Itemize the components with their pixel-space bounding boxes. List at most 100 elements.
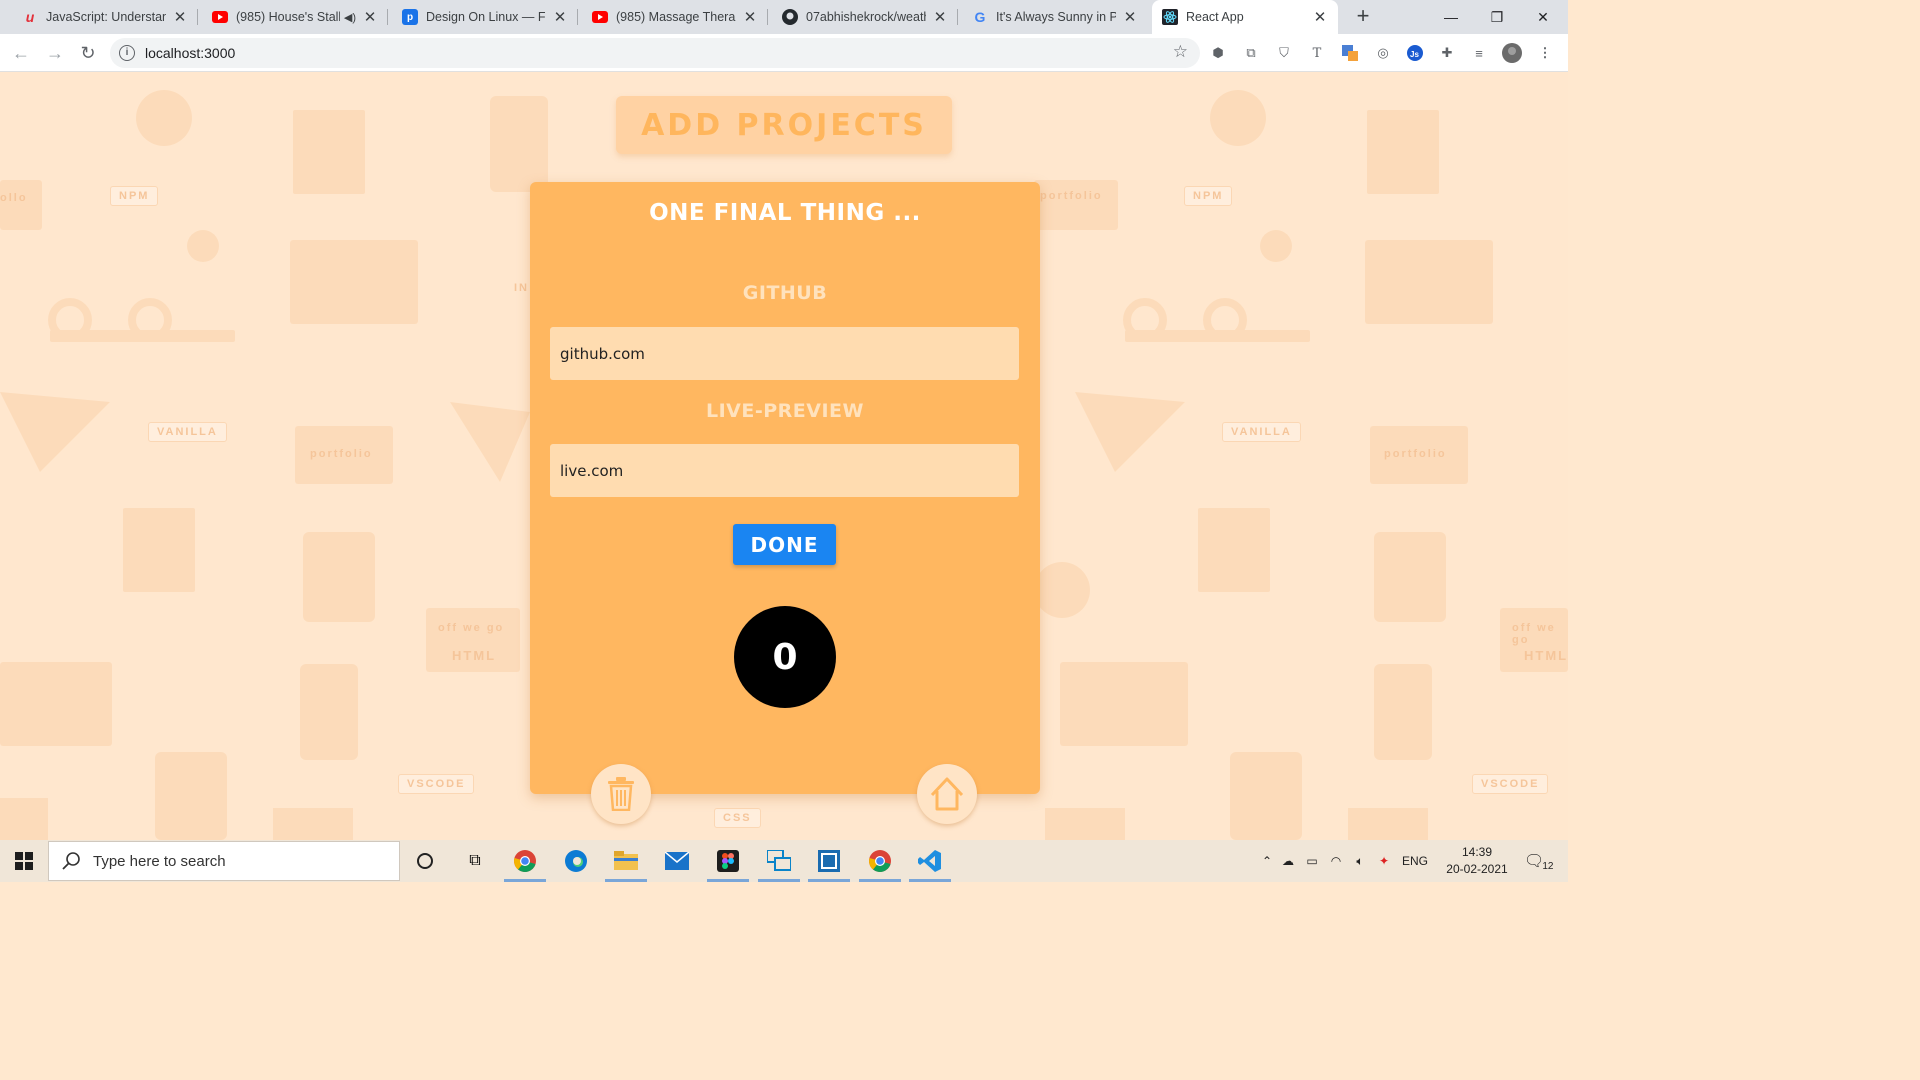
new-tab-button[interactable]: + [1352,5,1374,27]
close-tab-icon[interactable]: ✕ [932,8,948,26]
close-tab-icon[interactable]: ✕ [1122,8,1138,26]
extension-icon[interactable]: ⧉ [1241,44,1261,62]
taskbar-file-explorer[interactable] [601,840,651,882]
clock[interactable]: 14:39 20-02-2021 [1440,844,1514,878]
search-placeholder: Type here to search [93,852,226,870]
svg-text:Js: Js [1410,50,1419,59]
tab-title: It's Always Sunny in Ph [996,10,1116,24]
taskbar-edge[interactable] [551,840,601,882]
address-bar[interactable]: i localhost:3000 ☆ [110,38,1200,68]
close-window-button[interactable]: ✕ [1520,0,1566,34]
final-step-card: ONE FINAL THING ... GITHUB LIVE-PREVIEW … [530,182,1040,794]
tab-title: JavaScript: Understandi [46,10,166,24]
chevron-up-icon[interactable]: ⌃ [1258,854,1276,868]
tab-title: React App [1186,10,1244,24]
media-queue-icon[interactable]: ≡ [1469,44,1489,62]
bg-label-npm: NPM [110,186,159,206]
chrome-icon [514,850,536,872]
cortana-icon [417,853,433,869]
taskbar-mail[interactable] [652,840,702,882]
remote-app-icon [767,850,791,871]
minimize-button[interactable]: — [1428,0,1474,34]
clock-time: 14:39 [1461,845,1493,859]
extension-icon[interactable]: ⬢ [1208,44,1228,62]
close-tab-icon[interactable]: ✕ [742,8,758,26]
tab-6-active[interactable]: React App ✕ [1152,0,1338,34]
add-projects-header-button[interactable]: ADD PROJECTS [616,96,952,154]
taskbar-vscode[interactable] [905,840,955,882]
restore-button[interactable]: ❐ [1474,0,1520,34]
home-icon [930,777,964,811]
bracket-app-icon [818,850,840,872]
extension-icon[interactable] [1340,44,1360,62]
edge-icon [565,850,587,872]
browser-menu-icon[interactable]: ⋮ [1535,44,1555,62]
tab-3[interactable]: (985) Massage Therapy ✕ [582,0,768,34]
extension-shield-icon[interactable]: ⛉ [1274,44,1294,62]
dropbox-icon[interactable]: ✦ [1372,854,1396,868]
bg-label-portfolio: ollo [0,192,28,204]
bg-label-portfolio: portfolio [1040,190,1103,202]
bg-label-vanilla: VANILLA [148,422,227,442]
taskbar-app[interactable] [754,840,804,882]
task-view-icon: ⧉ [469,852,481,869]
taskbar-figma[interactable] [703,840,753,882]
search-icon [62,852,80,870]
tab-4[interactable]: 07abhishekrock/weath ✕ [772,0,958,34]
close-tab-icon[interactable]: ✕ [1312,8,1328,26]
onedrive-icon[interactable]: ☁ [1276,854,1300,868]
extension-js-icon[interactable]: Js [1405,44,1425,62]
delete-button[interactable] [591,764,651,824]
done-button[interactable]: DONE [733,524,836,565]
clock-date: 20-02-2021 [1446,862,1508,876]
tab-5[interactable]: G It's Always Sunny in Ph ✕ [962,0,1148,34]
bg-label-css: CSS [714,808,761,828]
language-indicator[interactable]: ENG [1402,854,1428,868]
youtube-icon [212,9,228,25]
extension-circle-icon[interactable]: ◎ [1373,44,1393,62]
close-tab-icon[interactable]: ✕ [362,8,378,26]
tab-2[interactable]: p Design On Linux — Fig ✕ [392,0,578,34]
wifi-icon[interactable]: ◠ [1324,854,1348,868]
reload-button[interactable]: ↻ [75,40,101,66]
tab-0[interactable]: u JavaScript: Understandi ✕ [12,0,198,34]
github-input[interactable] [550,327,1019,380]
system-tray: ⌃ ☁ ▭ ◠ 🔈︎ ✦ ENG [1258,840,1428,882]
bg-label-html: HTML [452,648,497,663]
volume-icon[interactable]: 🔈︎ [1348,854,1372,869]
tab-1[interactable]: (985) House's Stalk ◀) ✕ [202,0,388,34]
taskbar-chrome-2[interactable] [855,840,905,882]
extensions-puzzle-icon[interactable]: ✚ [1437,44,1457,62]
live-preview-input[interactable] [550,444,1019,497]
forward-button[interactable]: → [42,40,68,66]
taskbar-terminal[interactable] [804,840,854,882]
profile-avatar[interactable] [1502,43,1522,63]
extension-t-icon[interactable]: T [1307,44,1327,62]
start-button[interactable] [0,840,48,882]
speaker-muted-icon[interactable]: ◀) [344,11,356,24]
bookmark-star-icon[interactable]: ☆ [1173,42,1188,62]
taskbar-search-box[interactable]: Type here to search [48,841,400,881]
close-tab-icon[interactable]: ✕ [552,8,568,26]
tab-title: Design On Linux — Fig [426,10,546,24]
close-tab-icon[interactable]: ✕ [172,8,188,26]
google-icon: G [974,9,986,25]
bg-label-vanilla: VANILLA [1222,422,1301,442]
card-title: ONE FINAL THING ... [649,200,921,226]
battery-icon[interactable]: ▭ [1300,854,1324,868]
site-info-icon[interactable]: i [119,45,135,61]
cortana-button[interactable] [400,840,450,882]
vscode-icon [918,850,941,872]
chrome-icon [869,850,891,872]
home-button[interactable] [917,764,977,824]
task-view-button[interactable]: ⧉ [450,840,500,882]
bg-label-vscode: VSCODE [1472,774,1549,794]
notification-center[interactable]: 🗨︎ 12 [1524,840,1553,882]
tab-title: (985) House's Stalk [236,10,340,24]
bg-label-off-we-go: off we go [1512,622,1556,646]
project-counter: 0 [734,606,836,708]
taskbar-chrome[interactable] [500,840,550,882]
windows-logo-icon [15,852,33,870]
back-button[interactable]: ← [8,40,34,66]
bg-label-portfolio: portfolio [310,448,373,460]
